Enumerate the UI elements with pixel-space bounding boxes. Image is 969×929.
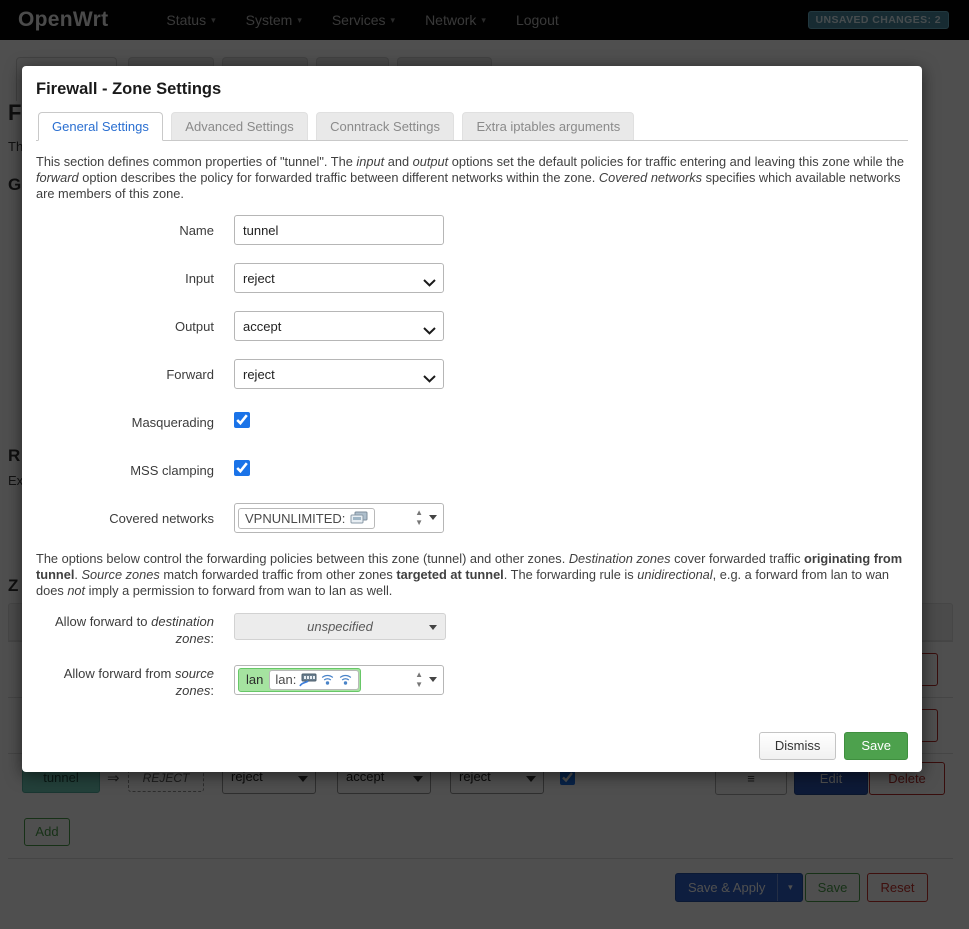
output-policy-select[interactable]: accept — [234, 311, 444, 342]
field-row-forward: Forward reject — [36, 359, 908, 390]
page-root: OpenWrt Status▾ System▾ Services▾ Networ… — [0, 0, 969, 929]
field-row-mss-clamping: MSS clamping — [36, 455, 908, 485]
tab-conntrack-settings[interactable]: Conntrack Settings — [316, 112, 454, 140]
mss-clamping-label: MSS clamping — [130, 462, 214, 478]
dismiss-button[interactable]: Dismiss — [758, 732, 837, 760]
input-policy-select[interactable]: reject — [234, 263, 444, 294]
dest-zones-dropdown[interactable]: unspecified — [234, 612, 446, 640]
modal-tabbar: General Settings Advanced Settings Connt… — [36, 111, 908, 141]
dropdown-caret-icon — [429, 515, 437, 521]
interface-icon — [350, 511, 368, 524]
forward-policy-select[interactable]: reject — [234, 359, 444, 390]
network-token[interactable]: VPNUNLIMITED: — [238, 507, 376, 529]
zone-intro-text: This section defines common properties o… — [36, 154, 904, 201]
tab-general-settings[interactable]: General Settings — [38, 112, 163, 141]
field-row-name: Name — [36, 215, 908, 246]
field-row-masquerading: Masquerading — [36, 407, 908, 437]
tab-advanced-settings[interactable]: Advanced Settings — [171, 112, 308, 140]
field-row-input: Input reject — [36, 263, 908, 294]
spinner-arrows-icon[interactable]: ▲ ▼ — [415, 508, 423, 528]
dropdown-caret-icon — [429, 676, 437, 682]
masquerading-checkbox[interactable] — [234, 411, 250, 428]
spinner-arrows-icon[interactable]: ▲ ▼ — [415, 670, 423, 690]
covered-networks-dropdown[interactable]: VPNUNLIMITED: ▲ ▼ — [234, 503, 444, 534]
ethernet-switch-icon — [299, 673, 317, 687]
covered-networks-label: Covered networks — [109, 510, 214, 526]
output-label: Output — [174, 318, 214, 334]
forwarding-note-text: The options below control the forwarding… — [36, 551, 903, 598]
field-row-src-zones: Allow forward from source zones: lan lan… — [36, 664, 908, 699]
mss-clamping-checkbox[interactable] — [234, 459, 250, 476]
input-label: Input — [185, 270, 214, 286]
wireless-icon — [322, 674, 334, 685]
save-button[interactable]: Save — [844, 732, 908, 760]
field-row-dest-zones: Allow forward to destination zones: unsp… — [36, 612, 908, 647]
modal-footer: Dismiss Save — [758, 732, 908, 760]
tab-extra-iptables-arguments[interactable]: Extra iptables arguments — [462, 112, 635, 140]
zone-settings-modal: Firewall - Zone Settings General Setting… — [22, 66, 922, 772]
field-row-output: Output accept — [36, 311, 908, 342]
modal-title: Firewall - Zone Settings — [36, 80, 222, 98]
field-row-covered-networks: Covered networks VPNUNLIMITED: ▲ ▼ — [36, 503, 908, 534]
wireless-icon — [340, 674, 352, 685]
name-label: Name — [179, 222, 214, 238]
forward-label: Forward — [166, 366, 214, 382]
zone-name-input[interactable] — [234, 215, 444, 246]
masquerading-label: Masquerading — [131, 414, 214, 430]
dropdown-caret-icon — [429, 624, 437, 630]
src-zones-label: Allow forward from source zones: — [63, 665, 214, 698]
dest-zones-label: Allow forward to destination zones: — [55, 613, 214, 646]
lan-zone-token[interactable]: lan lan: — [238, 667, 362, 692]
src-zones-dropdown[interactable]: lan lan: ▲ ▼ — [234, 664, 444, 695]
lan-zone-devices: lan: — [269, 669, 360, 690]
